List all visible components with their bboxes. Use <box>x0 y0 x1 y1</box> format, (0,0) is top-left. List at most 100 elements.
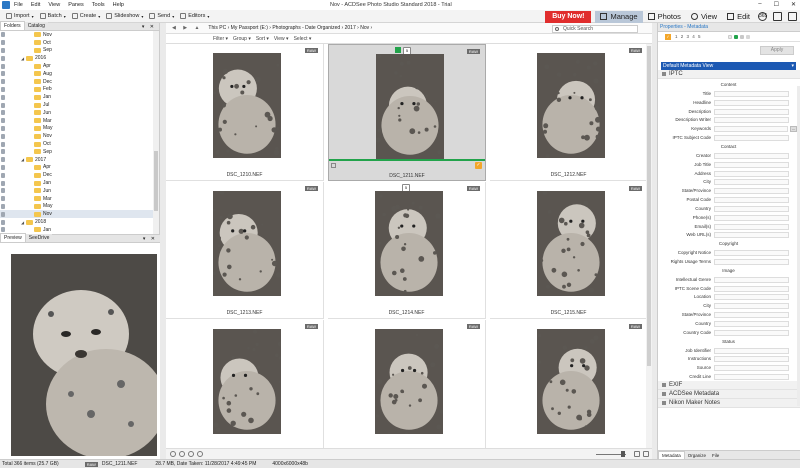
filter-sort-menu[interactable]: Sort ▾ <box>256 36 269 42</box>
menu-tools[interactable]: Tools <box>92 2 105 8</box>
checkbox-icon[interactable] <box>1 180 5 186</box>
tree-item[interactable]: Jan <box>0 179 159 187</box>
zoom-slider-knob[interactable] <box>621 451 625 457</box>
tree-item[interactable]: Feb <box>0 86 159 94</box>
field-input[interactable] <box>714 179 789 186</box>
thumbnail-item[interactable]: 5 RAW ✓ DSC_1211.NEF <box>328 44 486 181</box>
filter-group-menu[interactable]: Group ▾ <box>233 36 251 42</box>
nav-buttons[interactable]: ◀ ▶ ▲ <box>172 25 202 31</box>
checkbox-icon[interactable] <box>1 211 5 217</box>
tree-item[interactable]: Mar <box>0 195 159 203</box>
expand-arrow-icon[interactable]: ◢ <box>21 220 24 225</box>
toolbar-editors-button[interactable]: Editors ▾ <box>180 13 209 19</box>
tree-item[interactable]: Nov <box>0 210 159 219</box>
checkbox-icon[interactable] <box>1 32 5 38</box>
toolbar-slideshow-button[interactable]: Slideshow ▾ <box>106 13 143 19</box>
checkbox-icon[interactable] <box>1 227 5 233</box>
filter-filter-menu[interactable]: Filter ▾ <box>213 36 228 42</box>
refresh-icon[interactable] <box>197 451 203 457</box>
checkbox-icon[interactable] <box>1 196 5 202</box>
tree-item[interactable]: Dec <box>0 78 159 86</box>
checkbox-icon[interactable] <box>1 219 5 225</box>
field-input[interactable] <box>714 356 789 363</box>
section-acdsee-metadata[interactable]: ACDSee Metadata <box>658 390 800 399</box>
label-green-icon[interactable] <box>734 35 738 39</box>
tree-scrollbar[interactable] <box>153 31 159 234</box>
checkbox-icon[interactable] <box>1 188 5 194</box>
tree-item[interactable]: Jun <box>0 187 159 195</box>
apply-button[interactable]: Apply <box>760 46 794 55</box>
field-input[interactable] <box>714 197 789 204</box>
field-input[interactable] <box>714 374 789 381</box>
mode-edit[interactable]: Edit <box>722 11 755 23</box>
dashboard-icon[interactable] <box>788 12 797 21</box>
thumbnail-item[interactable]: RAW <box>490 320 648 457</box>
checkbox-icon[interactable] <box>1 110 5 116</box>
mode-manage[interactable]: Manage <box>595 10 643 23</box>
field-input[interactable] <box>714 347 789 354</box>
menu-view[interactable]: View <box>48 2 60 8</box>
preview-controls[interactable]: ▾ ✕ <box>143 236 157 242</box>
field-input[interactable] <box>714 250 789 257</box>
checkbox-icon[interactable] <box>1 86 5 92</box>
tree-item[interactable]: ◢ 2016 <box>0 54 159 62</box>
field-input[interactable] <box>714 170 789 177</box>
field-input[interactable] <box>714 188 789 195</box>
section-exif[interactable]: EXIF <box>658 381 800 390</box>
checkbox-icon[interactable] <box>1 141 5 147</box>
toolbar-import-button[interactable]: Import ▾ <box>6 13 34 19</box>
section-nikon-maker-notes[interactable]: Nikon Maker Notes <box>658 399 800 408</box>
field-input[interactable] <box>714 214 789 221</box>
field-input[interactable] <box>714 276 789 283</box>
field-input[interactable] <box>714 126 788 133</box>
tree-item[interactable]: Nov <box>0 132 159 140</box>
breadcrumb-item[interactable]: Photographs - Date Organized <box>272 25 340 31</box>
tree-item[interactable]: Nov <box>0 31 159 39</box>
field-input[interactable] <box>714 152 789 159</box>
field-input[interactable] <box>714 259 789 265</box>
tree-item[interactable]: Aug <box>0 70 159 78</box>
tree-item[interactable]: May <box>0 125 159 133</box>
label-light-icon[interactable] <box>746 35 750 39</box>
tree-item[interactable]: Dec <box>0 171 159 179</box>
tree-item[interactable]: ◢ 2017 <box>0 156 159 164</box>
checkbox-icon[interactable] <box>1 172 5 178</box>
field-input[interactable] <box>714 117 789 124</box>
acdsee-365-button[interactable]: 365 <box>758 12 767 21</box>
tagged-check-icon[interactable]: ✓ <box>475 162 482 169</box>
tab-folders[interactable]: Folders <box>0 21 25 30</box>
checkbox-icon[interactable] <box>1 94 5 100</box>
field-input[interactable] <box>714 205 789 212</box>
thumbnail-item[interactable]: RAW DSC_1215.NEF <box>490 182 648 319</box>
mode-view[interactable]: View <box>686 11 722 23</box>
pane-controls[interactable]: ▾ ✕ <box>142 24 156 30</box>
tab-preview[interactable]: Preview <box>0 233 26 242</box>
field-input[interactable] <box>714 320 789 327</box>
tree-item[interactable]: Mar <box>0 117 159 125</box>
maximize-icon[interactable]: ☐ <box>774 1 779 8</box>
menu-file[interactable]: File <box>14 2 23 8</box>
minimize-icon[interactable]: – <box>758 1 761 8</box>
menu-help[interactable]: Help <box>113 2 124 8</box>
action-icon[interactable] <box>170 451 176 457</box>
label-none-icon[interactable] <box>728 35 732 39</box>
checkbox-icon[interactable] <box>1 118 5 124</box>
tab-file[interactable]: File <box>709 452 722 459</box>
field-input[interactable] <box>714 285 789 292</box>
field-input[interactable] <box>714 90 789 97</box>
tab-organize[interactable]: Organize <box>685 452 709 459</box>
toolbar-create-button[interactable]: Create ▾ <box>71 13 100 19</box>
display-icon[interactable] <box>643 451 649 457</box>
tree-item[interactable]: Apr <box>0 164 159 172</box>
tree-item[interactable]: ◢ 2018 <box>0 218 159 226</box>
rating-numbers[interactable]: 1 2 3 4 5 <box>675 34 702 39</box>
field-input[interactable] <box>714 223 789 230</box>
checkbox-icon[interactable] <box>1 55 5 61</box>
menu-edit[interactable]: Edit <box>31 2 40 8</box>
tree-item[interactable]: Oct <box>0 140 159 148</box>
checkbox-icon[interactable] <box>1 157 5 163</box>
field-input[interactable] <box>714 329 789 336</box>
checkbox-icon[interactable] <box>1 79 5 85</box>
toolbar-send-button[interactable]: Send ▾ <box>149 13 174 19</box>
filter-view-menu[interactable]: View ▾ <box>274 36 289 42</box>
